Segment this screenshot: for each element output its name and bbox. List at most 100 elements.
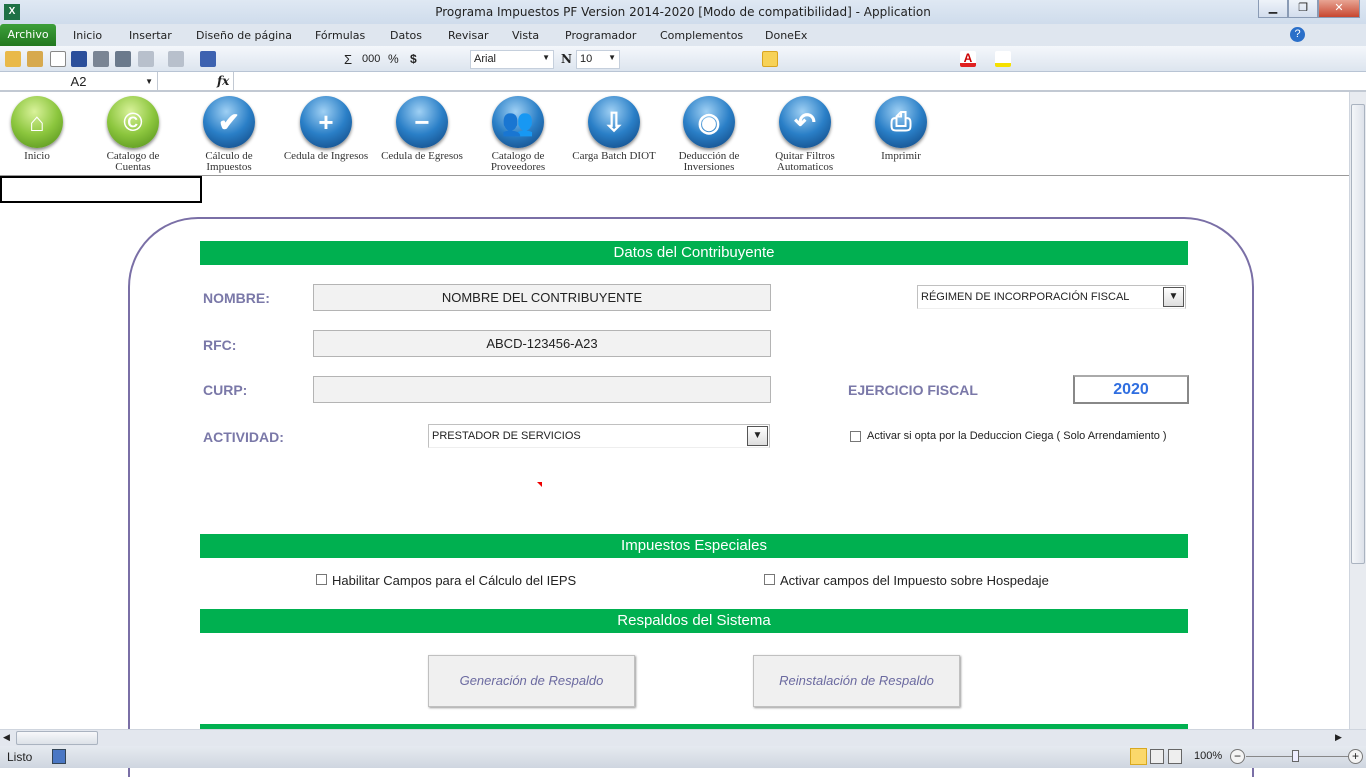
- tab-programador[interactable]: Programador: [565, 29, 636, 42]
- status-bar: Listo 100% − +: [0, 746, 1366, 768]
- minimize-button[interactable]: ▁: [1258, 0, 1288, 18]
- print-icon[interactable]: [115, 51, 131, 67]
- help-icon[interactable]: ?: [1290, 27, 1305, 42]
- tab-archivo[interactable]: Archivo: [0, 24, 56, 46]
- scroll-right-icon[interactable]: ▶: [1335, 732, 1342, 743]
- align-bottom-icon[interactable]: [762, 51, 778, 67]
- format-icon[interactable]: [200, 51, 216, 67]
- page-layout-icon[interactable]: [1150, 749, 1164, 764]
- ieps-checkbox[interactable]: [316, 574, 327, 585]
- new-icon[interactable]: [50, 51, 66, 67]
- nav-button-4[interactable]: + Cedula de Ingresos: [281, 96, 371, 162]
- nav-icon-bar: ⌂ Inicio © Catalogo de Cuentas ✔ Cálculo de I…: [0, 94, 1366, 176]
- undo-icon[interactable]: [138, 51, 154, 67]
- tab-insertar[interactable]: Insertar: [129, 29, 172, 42]
- nav-button-3[interactable]: ✔ Cálculo de Impuestos: [184, 96, 274, 173]
- restore-button[interactable]: ❐: [1288, 0, 1318, 18]
- bold-button[interactable]: N: [561, 52, 572, 66]
- fx-icon[interactable]: fx: [217, 74, 229, 88]
- tab-vista[interactable]: Vista: [512, 29, 539, 42]
- close-button[interactable]: ✕: [1318, 0, 1360, 18]
- page-break-icon[interactable]: [1168, 749, 1182, 764]
- normal-view-icon[interactable]: [1130, 748, 1147, 765]
- curp-field[interactable]: [313, 376, 771, 403]
- nav-button-label: Cedula de Egresos: [381, 150, 463, 162]
- zoom-out-icon[interactable]: −: [1230, 749, 1245, 764]
- nav-button-label: Cedula de Ingresos: [283, 150, 369, 162]
- actividad-label: ACTIVIDAD:: [203, 429, 284, 445]
- save-icon[interactable]: [71, 51, 87, 67]
- vertical-scroll-thumb[interactable]: [1351, 104, 1365, 564]
- tab-revisar[interactable]: Revisar: [448, 29, 488, 42]
- tab-formulas[interactable]: Fórmulas: [315, 29, 365, 42]
- nav-button-1[interactable]: ⌂ Inicio: [0, 96, 82, 162]
- font-size-select[interactable]: 10 ▼: [576, 50, 620, 69]
- nombre-label: NOMBRE:: [203, 290, 270, 306]
- camera-icon: ◉: [683, 96, 735, 148]
- home-icon: ⌂: [11, 96, 63, 148]
- deduccion-ciega-label: Activar si opta por la Deduccion Ciega (…: [867, 430, 1167, 442]
- ieps-label: Habilitar Campos para el Cálculo del IEP…: [332, 573, 577, 588]
- zoom-level[interactable]: 100%: [1194, 750, 1222, 762]
- nav-button-6[interactable]: 👥 Catalogo de Proveedores: [473, 96, 563, 173]
- nav-button-10[interactable]: ⎙ Imprimir: [856, 96, 946, 162]
- actividad-dropdown[interactable]: PRESTADOR DE SERVICIOS ▼: [428, 424, 770, 448]
- nav-button-label: Carga Batch DIOT: [572, 150, 656, 162]
- nav-button-label: Catalogo de Proveedores: [490, 150, 546, 173]
- redo-icon[interactable]: [168, 51, 184, 67]
- rfc-field[interactable]: ABCD-123456-A23: [313, 330, 771, 357]
- nav-button-label: Imprimir: [881, 150, 921, 162]
- tab-inicio[interactable]: Inicio: [73, 29, 102, 42]
- fill-color-icon[interactable]: [995, 51, 1011, 67]
- font-select[interactable]: Arial ▼: [470, 50, 554, 69]
- tab-complementos[interactable]: Complementos: [660, 29, 743, 42]
- open-icon[interactable]: [5, 51, 21, 67]
- nav-button-9[interactable]: ↶ Quitar Filtros Automaticos: [760, 96, 850, 173]
- sum-button[interactable]: Σ: [344, 52, 352, 67]
- nav-button-label: Catalogo de Cuentas: [106, 150, 160, 173]
- minus-icon: −: [396, 96, 448, 148]
- paste-icon[interactable]: [27, 51, 43, 67]
- font-color-icon[interactable]: A: [960, 51, 976, 67]
- zoom-slider-thumb[interactable]: [1292, 750, 1299, 762]
- thousands-button[interactable]: 000: [362, 53, 380, 65]
- nav-button-2[interactable]: © Catalogo de Cuentas: [88, 96, 178, 173]
- comment-indicator: [537, 482, 542, 487]
- formula-input[interactable]: [233, 72, 1349, 92]
- section-datos-contribuyente: Datos del Contribuyente: [200, 241, 1188, 265]
- vertical-scrollbar[interactable]: [1349, 92, 1366, 729]
- generacion-respaldo-button[interactable]: Generación de Respaldo: [428, 655, 635, 707]
- curp-label: CURP:: [203, 382, 248, 398]
- nav-button-label: Cálculo de Impuestos: [205, 150, 253, 173]
- name-box[interactable]: A2 ▼: [0, 72, 158, 92]
- tab-doneex[interactable]: DoneEx: [765, 29, 807, 42]
- ejercicio-field[interactable]: 2020: [1073, 375, 1189, 404]
- zoom-in-icon[interactable]: +: [1348, 749, 1363, 764]
- chevron-down-icon[interactable]: ▼: [747, 426, 768, 446]
- nav-button-7[interactable]: ⇩ Carga Batch DIOT: [569, 96, 659, 162]
- horizontal-scroll-thumb[interactable]: [16, 731, 98, 745]
- scroll-left-icon[interactable]: ◀: [3, 732, 10, 743]
- people-icon: 👥: [492, 96, 544, 148]
- checkmark-icon: ✔: [203, 96, 255, 148]
- reinstalacion-respaldo-button[interactable]: Reinstalación de Respaldo: [753, 655, 960, 707]
- hospedaje-checkbox[interactable]: [764, 574, 775, 585]
- nav-button-label: Quitar Filtros Automaticos: [775, 150, 835, 173]
- currency-button[interactable]: $: [410, 52, 417, 66]
- nav-button-5[interactable]: − Cedula de Egresos: [377, 96, 467, 162]
- macro-record-icon[interactable]: [52, 749, 66, 764]
- ribbon-tabs: Inicio Insertar Diseño de página Fórmula…: [0, 24, 1366, 46]
- nav-button-8[interactable]: ◉ Deducción de Inversiones: [664, 96, 754, 173]
- regimen-dropdown[interactable]: RÉGIMEN DE INCORPORACIÓN FISCAL ▼: [917, 285, 1186, 309]
- tab-diseno[interactable]: Diseño de página: [196, 29, 292, 42]
- percent-button[interactable]: %: [388, 52, 399, 66]
- tab-datos[interactable]: Datos: [390, 29, 422, 42]
- hospedaje-label: Activar campos del Impuesto sobre Hosped…: [780, 573, 1049, 588]
- selected-cell-a2[interactable]: [0, 176, 202, 203]
- nombre-field[interactable]: NOMBRE DEL CONTRIBUYENTE: [313, 284, 771, 311]
- horizontal-scrollbar[interactable]: ◀ ▶: [0, 729, 1366, 746]
- font-size-value: 10: [580, 53, 593, 65]
- print-preview-icon[interactable]: [93, 51, 109, 67]
- chevron-down-icon[interactable]: ▼: [1163, 287, 1184, 307]
- deduccion-ciega-checkbox[interactable]: [850, 431, 861, 442]
